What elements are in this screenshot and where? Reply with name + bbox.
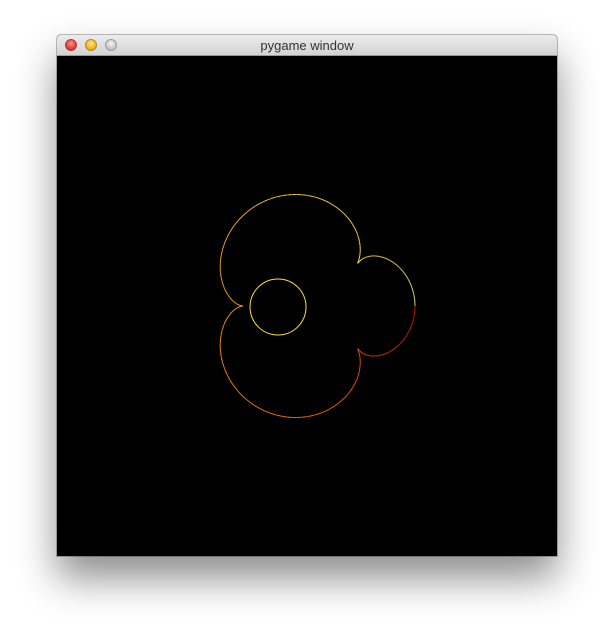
curve-segment [359,350,361,352]
curve-segment [357,349,359,351]
inner-loop [249,278,307,336]
curve-segment [358,261,360,263]
pygame-canvas[interactable] [57,56,557,556]
spiral-curve-icon [219,194,416,418]
curve-segment [358,350,361,352]
curve-segment [358,260,361,262]
curve-segment [359,260,361,262]
title-bar[interactable]: pygame window [57,35,557,56]
curve-drawing [219,194,416,418]
window-title: pygame window [260,38,354,53]
pygame-window: pygame window [57,35,557,556]
